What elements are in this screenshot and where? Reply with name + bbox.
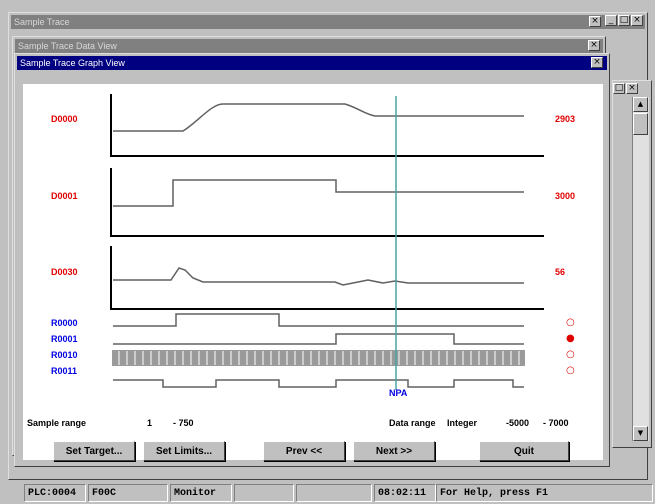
bit-label-r0010: R0010	[51, 350, 78, 360]
analog-traces	[113, 103, 524, 286]
bit-state-r0011: ○	[566, 365, 575, 376]
side-window: □ × ▲ ▼	[612, 80, 652, 448]
bit-label-r0000: R0000	[51, 318, 78, 328]
status-bar: PLC:0004 F00C Monitor 08:02:11 For Help,…	[0, 482, 655, 504]
close-icon[interactable]: ×	[588, 40, 600, 51]
next-button[interactable]: Next >>	[353, 441, 435, 461]
cursor-label: NPA	[389, 388, 408, 398]
channel-value-d0000: 2903	[555, 114, 576, 124]
channel-value-d0030: 56	[555, 267, 566, 277]
axis-d0030	[110, 246, 544, 310]
trace-r0001	[113, 333, 524, 345]
bit-label-r0001: R0001	[51, 334, 78, 344]
status-help: For Help, press F1	[436, 484, 653, 502]
set-limits-button[interactable]: Set Limits...	[143, 441, 225, 461]
bit-state-r0001: ●	[566, 333, 575, 344]
minimize-icon[interactable]: _	[605, 15, 617, 26]
status-plc: PLC:0004	[24, 484, 86, 502]
prev-button[interactable]: Prev <<	[263, 441, 345, 461]
axis-d0001	[110, 168, 544, 237]
trace-d0001	[113, 179, 524, 207]
scroll-up-icon[interactable]: ▲	[633, 97, 648, 112]
status-blank-2	[296, 484, 372, 502]
maximize-icon[interactable]: □	[618, 15, 630, 26]
maximize-icon[interactable]: □	[613, 83, 625, 94]
data-range-type: Integer	[447, 418, 478, 428]
data-range-max: - 7000	[543, 418, 569, 428]
bit-label-r0011: R0011	[51, 366, 78, 376]
trace-r0011	[113, 379, 524, 388]
vertical-scrollbar[interactable]: ▲ ▼	[632, 97, 649, 441]
scroll-down-icon[interactable]: ▼	[633, 426, 648, 441]
set-target-button[interactable]: Set Target...	[53, 441, 135, 461]
status-time: 08:02:11	[374, 484, 436, 502]
trace-d0030	[113, 267, 524, 286]
trace-r0000	[113, 313, 524, 327]
graph-area: D0000 2903 D0001 3000 D0030 56 R0000 R00…	[23, 84, 603, 460]
channel-axes	[110, 94, 544, 310]
sample-range-from: 1	[147, 418, 153, 428]
close-icon[interactable]: ×	[591, 57, 603, 68]
trace-graph	[110, 94, 544, 390]
bit-state-r0000: ○	[566, 317, 575, 328]
status-mode: Monitor	[170, 484, 232, 502]
data-view-title-bar[interactable]: Sample Trace Data View	[15, 39, 603, 53]
quit-button[interactable]: Quit	[479, 441, 569, 461]
close-icon[interactable]: ×	[631, 15, 643, 26]
graph-view-title-bar[interactable]: Sample Trace Graph View	[17, 56, 607, 70]
data-view-title: Sample Trace Data View	[18, 41, 117, 51]
sample-range-label: Sample range	[27, 418, 87, 428]
data-range-label: Data range	[389, 418, 436, 428]
trace-d0000	[113, 103, 524, 132]
status-blank-1	[234, 484, 294, 502]
channel-label-d0030: D0030	[51, 267, 78, 277]
graph-view-window: Sample Trace Graph View × D0000 2903 D00…	[14, 53, 610, 467]
outer-title-bar[interactable]: Sample Trace	[11, 15, 645, 29]
channel-label-d0000: D0000	[51, 114, 78, 124]
channel-label-d0001: D0001	[51, 191, 78, 201]
data-range-min: -5000	[506, 418, 530, 428]
close-icon[interactable]: ×	[626, 83, 638, 94]
close-icon[interactable]: ×	[589, 16, 601, 27]
status-port: F00C	[88, 484, 168, 502]
scroll-thumb[interactable]	[633, 113, 648, 135]
sample-range-to: - 750	[173, 418, 194, 428]
channel-value-d0001: 3000	[555, 191, 576, 201]
outer-title: Sample Trace	[14, 17, 70, 27]
graph-view-title: Sample Trace Graph View	[20, 58, 125, 68]
bit-state-r0010: ○	[566, 349, 575, 360]
